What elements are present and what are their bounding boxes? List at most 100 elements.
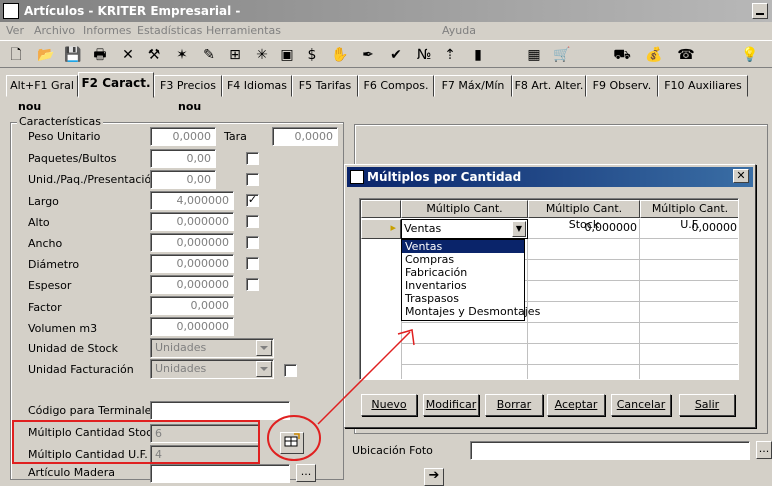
truck-icon[interactable]: ⛟ — [612, 45, 632, 65]
column-header-uf[interactable]: Múltiplo Cant. U.F. — [640, 200, 738, 231]
nuevo-button[interactable]: Nuevo — [361, 394, 417, 416]
espesor-checkbox[interactable] — [246, 278, 259, 291]
codigo-input[interactable] — [150, 401, 290, 420]
cart-icon[interactable]: 🛒 — [552, 45, 572, 65]
unidad-fact-select[interactable]: Unidades — [150, 359, 274, 379]
menu-ver[interactable]: Ver — [6, 24, 24, 37]
unid-input[interactable]: 0,00 — [150, 170, 216, 189]
tab-maxmin[interactable]: F7 Máx/Mín — [434, 75, 512, 97]
check-list-icon[interactable]: ✔ — [386, 45, 406, 65]
dollar-icon[interactable]: $ — [302, 45, 322, 65]
foto-input[interactable] — [470, 441, 750, 460]
menu-estadisticas[interactable]: Estadísticas — [137, 24, 202, 37]
phone-icon[interactable]: ☎ — [676, 45, 696, 65]
diametro-input[interactable]: 0,000000 — [150, 254, 234, 273]
salir-button[interactable]: Salir — [679, 394, 735, 416]
save-icon[interactable]: 💾 — [63, 45, 83, 65]
column-header-tipo[interactable]: Múltiplo Cant. — [401, 200, 528, 218]
numeric-icon[interactable]: № — [414, 45, 434, 65]
tab-gral[interactable]: Alt+F1 Gral — [6, 75, 78, 97]
tab-compos[interactable]: F6 Compos. — [358, 75, 434, 97]
factor-label: Factor — [28, 301, 62, 314]
arrow-right-icon[interactable]: ➔ — [424, 468, 444, 486]
unidad-stock-label: Unidad de Stock — [28, 342, 118, 355]
menu-bar: Ver Archivo Informes Estadísticas Herram… — [0, 22, 772, 40]
tab-tarifas[interactable]: F5 Tarifas — [292, 75, 358, 97]
peso-input[interactable]: 0,0000 — [150, 127, 216, 146]
factor-input[interactable]: 0,0000 — [150, 296, 234, 315]
dialog-title: Múltiplos por Cantidad — [367, 170, 522, 184]
dropdown-option-traspasos[interactable]: Traspasos — [402, 292, 524, 305]
dropdown-option-fabricacion[interactable]: Fabricación — [402, 266, 524, 279]
multiplos-open-button[interactable] — [280, 432, 304, 454]
print-icon[interactable]: 🖶 — [90, 45, 110, 65]
chevron-down-icon[interactable] — [256, 361, 272, 377]
menu-archivo[interactable]: Archivo — [34, 24, 75, 37]
largo-checkbox[interactable]: ✓ — [246, 194, 259, 207]
tab-precios[interactable]: F3 Precios — [154, 75, 222, 97]
espesor-input[interactable]: 0,000000 — [150, 275, 234, 294]
alto-input[interactable]: 0,000000 — [150, 212, 234, 231]
unidad-fact-checkbox[interactable] — [284, 364, 297, 377]
tab-idiomas[interactable]: F4 Idiomas — [222, 75, 292, 97]
uf-cell[interactable]: 0,00000 — [640, 219, 738, 239]
ancho-input[interactable]: 0,000000 — [150, 233, 234, 252]
madera-input[interactable] — [150, 464, 290, 483]
delete-icon[interactable]: ✕ — [118, 45, 138, 65]
wand-icon[interactable]: ✎ — [199, 45, 219, 65]
volumen-input[interactable]: 0,000000 — [150, 317, 234, 336]
unidad-stock-select[interactable]: Unidades — [150, 338, 274, 358]
borrar-button[interactable]: Borrar — [485, 394, 543, 416]
largo-label: Largo — [28, 195, 59, 208]
menu-informes[interactable]: Informes — [83, 24, 131, 37]
largo-input[interactable]: 4,000000 — [150, 191, 234, 210]
pen-icon[interactable]: ✒ — [358, 45, 378, 65]
dropdown-option-compras[interactable]: Compras — [402, 253, 524, 266]
dropdown-option-inventarios[interactable]: Inventarios — [402, 279, 524, 292]
tab-observ[interactable]: F9 Observ. — [586, 75, 658, 97]
paquetes-checkbox[interactable] — [246, 152, 259, 165]
new-document-icon[interactable]: 🗋 — [6, 45, 26, 65]
tab-caract[interactable]: F2 Caract. — [78, 72, 154, 98]
open-folder-icon[interactable]: 📂 — [36, 45, 56, 65]
cancelar-button[interactable]: Cancelar — [611, 394, 671, 416]
bar-chart-icon[interactable]: ▮ — [468, 45, 488, 65]
title-bar: Artículos - KRITER Empresarial - — [0, 0, 772, 22]
unid-label: Unid./Paq./Presentación — [28, 173, 159, 186]
tab-auxiliares[interactable]: F10 Auxiliares — [658, 75, 748, 97]
tools-icon[interactable]: ⚒ — [144, 45, 164, 65]
close-icon[interactable]: ✕ — [733, 169, 749, 183]
money-bag-icon[interactable]: 💰 — [644, 45, 664, 65]
network-icon[interactable]: ✳ — [252, 45, 272, 65]
tara-input[interactable]: 0,0000 — [272, 127, 338, 146]
stock-cell[interactable]: 0,000000 — [528, 219, 640, 239]
column-header-stock[interactable]: Múltiplo Cant. Stock — [528, 200, 640, 231]
dropdown-option-ventas[interactable]: Ventas — [402, 240, 524, 253]
calculator-icon[interactable]: ▦ — [524, 45, 544, 65]
hand-icon[interactable]: ✋ — [330, 45, 350, 65]
tipo-combo[interactable]: Ventas ▼ — [401, 219, 528, 239]
foto-browse-button[interactable]: ... — [756, 441, 772, 459]
pin-icon[interactable]: ⇡ — [440, 45, 460, 65]
unid-checkbox[interactable] — [246, 173, 259, 186]
chevron-down-icon[interactable]: ▼ — [512, 221, 526, 237]
lightbulb-icon[interactable]: 💡 — [740, 45, 760, 65]
diametro-checkbox[interactable] — [246, 257, 259, 270]
star-icon[interactable]: ✶ — [172, 45, 192, 65]
madera-browse-button[interactable]: ... — [296, 464, 316, 482]
modificar-button[interactable]: Modificar — [423, 394, 479, 416]
dropdown-option-montajes[interactable]: Montajes y Desmontajes — [402, 305, 540, 318]
box-icon[interactable]: ▣ — [277, 45, 297, 65]
paquetes-input[interactable]: 0,00 — [150, 149, 216, 168]
aceptar-button[interactable]: Aceptar — [547, 394, 605, 416]
tree-icon[interactable]: ⊞ — [225, 45, 245, 65]
menu-herramientas[interactable]: Herramientas — [206, 24, 281, 37]
menu-ayuda[interactable]: Ayuda — [442, 24, 476, 37]
tab-art-alter[interactable]: F8 Art. Alter. — [512, 75, 586, 97]
alto-checkbox[interactable] — [246, 215, 259, 228]
grid-line — [401, 322, 738, 323]
chevron-down-icon[interactable] — [256, 340, 272, 356]
ancho-checkbox[interactable] — [246, 236, 259, 249]
minimize-button[interactable] — [752, 3, 768, 19]
app-icon — [3, 3, 19, 19]
